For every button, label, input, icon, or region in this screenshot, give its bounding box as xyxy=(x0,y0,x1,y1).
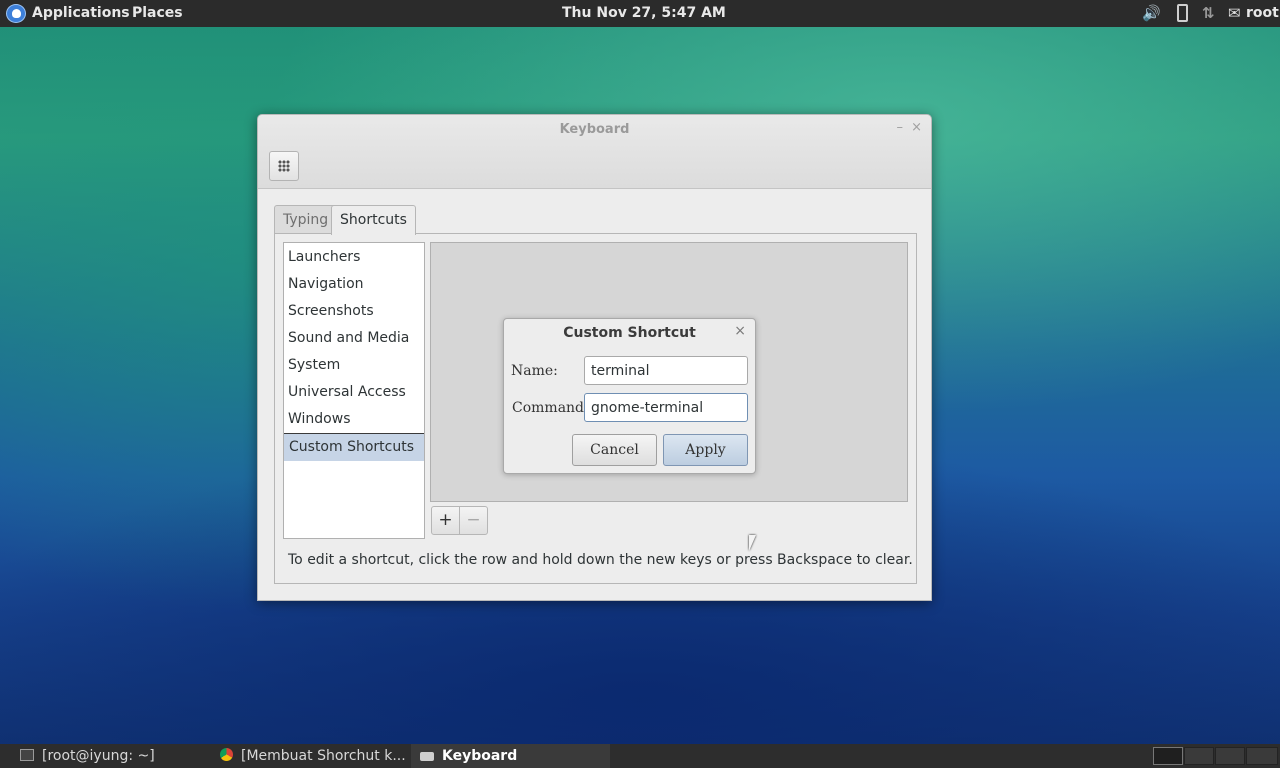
category-custom-shortcuts[interactable]: Custom Shortcuts xyxy=(284,434,424,461)
grid-icon xyxy=(278,160,290,172)
category-sound-and-media[interactable]: Sound and Media xyxy=(284,325,424,352)
category-list: Launchers Navigation Screenshots Sound a… xyxy=(283,242,425,539)
chrome-icon xyxy=(220,748,233,761)
workspace-4[interactable] xyxy=(1246,747,1278,765)
workspace-2[interactable] xyxy=(1184,747,1214,765)
task-browser[interactable]: [Membuat Shorchut k... xyxy=(220,744,408,768)
tab-shortcuts[interactable]: Shortcuts xyxy=(331,205,416,235)
terminal-icon xyxy=(20,749,34,761)
apply-button[interactable]: Apply xyxy=(663,434,748,466)
dialog-close-button[interactable]: × xyxy=(734,323,746,339)
top-panel: Applications Places Thu Nov 27, 5:47 AM … xyxy=(0,0,1280,27)
category-navigation[interactable]: Navigation xyxy=(284,271,424,298)
workspace-1[interactable] xyxy=(1153,747,1183,765)
category-launchers[interactable]: Launchers xyxy=(284,244,424,271)
mouse-pointer-icon xyxy=(749,535,756,551)
add-shortcut-button[interactable]: + xyxy=(431,506,460,535)
network-icon[interactable]: ⇅ xyxy=(1202,4,1215,23)
cancel-button[interactable]: Cancel xyxy=(572,434,657,466)
category-system[interactable]: System xyxy=(284,352,424,379)
minimize-button[interactable]: – xyxy=(897,120,904,135)
applications-menu[interactable]: Applications xyxy=(32,0,130,27)
keyboard-icon xyxy=(420,752,434,761)
category-windows[interactable]: Windows xyxy=(284,406,424,433)
places-menu[interactable]: Places xyxy=(132,0,183,27)
name-label: Name: xyxy=(511,363,558,379)
help-text: To edit a shortcut, click the row and ho… xyxy=(288,552,913,568)
window-title: Keyboard xyxy=(559,122,630,137)
command-label: Command: xyxy=(512,400,589,416)
gnome-foot-icon[interactable] xyxy=(6,4,26,23)
workspace-3[interactable] xyxy=(1215,747,1245,765)
close-button[interactable]: × xyxy=(911,120,922,135)
remove-shortcut-button[interactable]: − xyxy=(459,506,488,535)
user-menu[interactable]: root xyxy=(1246,0,1279,27)
task-label: Keyboard xyxy=(442,748,518,764)
volume-icon[interactable]: 🔊 xyxy=(1142,4,1161,23)
custom-shortcut-dialog: Custom Shortcut × Name: Command: Cancel … xyxy=(503,318,756,474)
overview-button[interactable] xyxy=(269,151,299,181)
task-keyboard[interactable]: Keyboard xyxy=(411,744,610,768)
dialog-title: Custom Shortcut xyxy=(563,325,696,341)
tab-typing[interactable]: Typing xyxy=(274,205,338,234)
taskbar: [root@iyung: ~] [Membuat Shorchut k... K… xyxy=(0,744,1280,768)
task-terminal[interactable]: [root@iyung: ~] xyxy=(20,744,210,768)
chat-icon[interactable]: ✉ xyxy=(1228,4,1241,23)
clock[interactable]: Thu Nov 27, 5:47 AM xyxy=(562,0,726,27)
window-header: Keyboard – × xyxy=(258,115,931,189)
task-label: [root@iyung: ~] xyxy=(42,748,155,764)
category-universal-access[interactable]: Universal Access xyxy=(284,379,424,406)
name-input[interactable] xyxy=(584,356,748,385)
category-screenshots[interactable]: Screenshots xyxy=(284,298,424,325)
task-label: [Membuat Shorchut k... xyxy=(241,748,406,764)
battery-icon[interactable] xyxy=(1177,4,1188,22)
command-input[interactable] xyxy=(584,393,748,422)
